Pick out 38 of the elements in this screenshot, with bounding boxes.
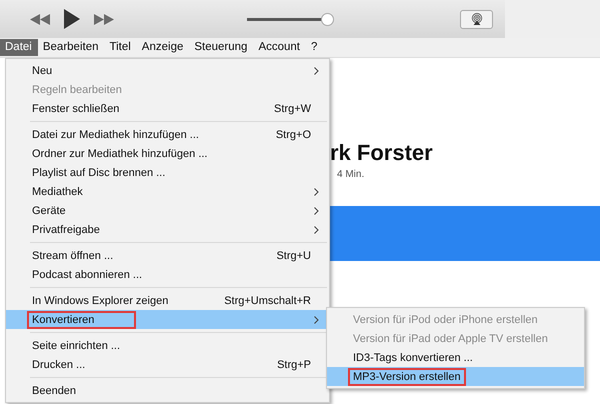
menu-item[interactable]: Seite einrichten ... [6,336,329,355]
menu-item[interactable]: Konvertieren [6,310,329,329]
menu-item[interactable]: Playlist auf Disc brennen ... [6,163,329,182]
fast-forward-icon[interactable] [94,14,114,24]
menu-item[interactable]: Datei zur Mediathek hinzufügen ... Strg+O [6,125,329,144]
menu-item[interactable]: Stream öffnen ... Strg+U [6,246,329,265]
menu-item[interactable]: Fenster schließen Strg+W [6,99,329,118]
menu-title[interactable]: Datei [0,39,38,56]
chevron-icon [314,316,319,324]
menu-item[interactable]: Privatfreigabe [6,220,329,239]
play-icon[interactable] [64,9,80,29]
menu-title[interactable]: Account [253,39,306,56]
menu-title[interactable]: Titel [104,39,137,56]
airplay-button[interactable] [460,10,493,28]
menu-item[interactable]: ID3-Tags konvertieren ... [327,348,584,367]
menu-title[interactable]: Anzeige [136,39,190,56]
menu-item[interactable]: Ordner zur Mediathek hinzufügen ... [6,144,329,163]
menu-title[interactable]: ? [306,39,324,56]
menu-item[interactable]: Neu [6,61,329,80]
chevron-icon [314,188,319,196]
volume-thumb[interactable] [320,12,334,26]
volume-slider[interactable] [247,12,333,26]
menu-item[interactable]: Drucken ... Strg+P [6,355,329,374]
chevron-icon [314,66,319,74]
chevron-icon [314,206,319,214]
menu-item[interactable]: MP3-Version erstellen [327,367,584,386]
menu-item[interactable]: Geräte [6,201,329,220]
menu-item[interactable]: In Windows Explorer zeigen Strg+Umschalt+R [6,291,329,310]
menu-item[interactable]: Podcast abonnieren ... [6,265,329,284]
artist-title: rk Forster [330,140,434,166]
duration-text: 4 Min. [337,169,366,180]
chevron-icon [314,226,319,234]
menu-title[interactable]: Steuerung [189,39,254,56]
rewind-icon[interactable] [30,14,50,24]
menu-item[interactable]: Beenden [6,381,329,400]
menu-item[interactable]: Mediathek [6,182,329,201]
airplay-icon [470,13,482,25]
menu-title[interactable]: Bearbeiten [38,39,104,56]
